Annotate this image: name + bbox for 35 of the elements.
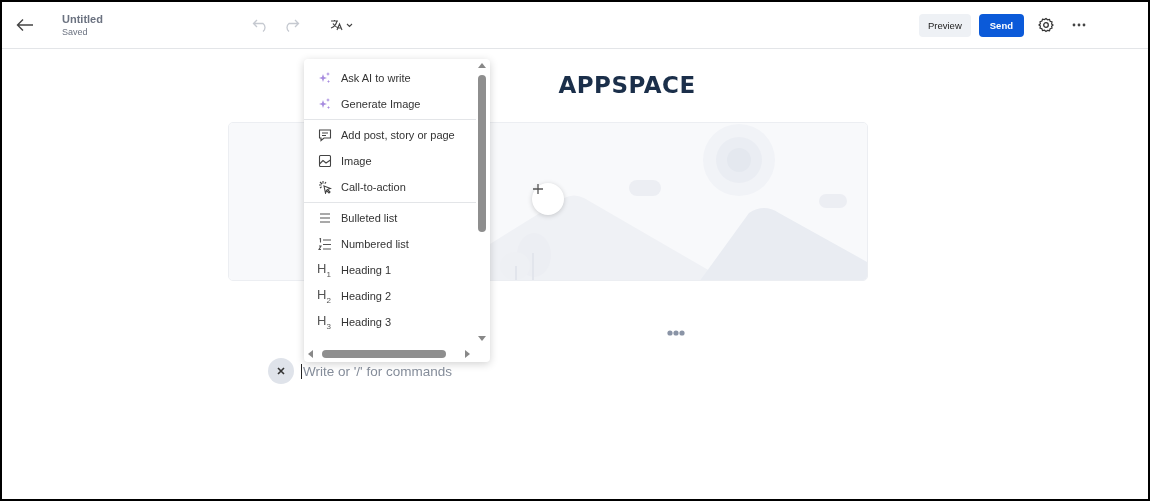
- settings-icon[interactable]: [1038, 17, 1054, 33]
- menu-item[interactable]: Generate Image: [304, 91, 476, 117]
- numbered-list-icon: [318, 237, 332, 251]
- document-title: Untitled: [62, 13, 104, 25]
- menu-item[interactable]: H$_{2}$ Heading 2: [304, 283, 476, 309]
- sparkle-icon: [318, 71, 332, 85]
- back-button[interactable]: [16, 18, 34, 32]
- menu-item[interactable]: Call-to-action: [304, 174, 476, 200]
- more-icon[interactable]: [1072, 23, 1086, 27]
- more-dots-icon: [667, 330, 685, 336]
- cursor-click-icon: [318, 180, 332, 194]
- send-button[interactable]: Send: [978, 13, 1024, 37]
- list-icon: [319, 212, 331, 224]
- sparkle-icon: [318, 97, 332, 111]
- menu-item[interactable]: Add post, story or page: [304, 122, 476, 148]
- menu-item[interactable]: H$_{3}$ Heading 3: [304, 309, 476, 335]
- preview-button[interactable]: Preview: [918, 13, 971, 37]
- menu-item[interactable]: Numbered list: [304, 231, 476, 257]
- comment-icon: [318, 128, 332, 142]
- menu-item[interactable]: Image: [304, 148, 476, 174]
- translate-button[interactable]: [330, 19, 354, 31]
- image-icon: [318, 154, 332, 168]
- heading-icon: H$_{2}$: [317, 287, 333, 305]
- heading-icon: H$_{3}$: [317, 313, 333, 331]
- plus-icon: [532, 183, 544, 195]
- horizontal-scrollbar[interactable]: [308, 349, 470, 359]
- close-button[interactable]: [268, 358, 294, 384]
- menu-item[interactable]: Ask AI to write: [304, 65, 476, 91]
- menu-item[interactable]: H$_{1}$ Heading 1: [304, 257, 476, 283]
- scrollbar[interactable]: [477, 63, 487, 341]
- heading-icon: H$_{1}$: [317, 261, 333, 279]
- menu-item[interactable]: Bulleted list: [304, 205, 476, 231]
- save-status: Saved: [62, 27, 89, 37]
- close-icon: [277, 367, 285, 375]
- logo: APPSPACE: [558, 72, 696, 98]
